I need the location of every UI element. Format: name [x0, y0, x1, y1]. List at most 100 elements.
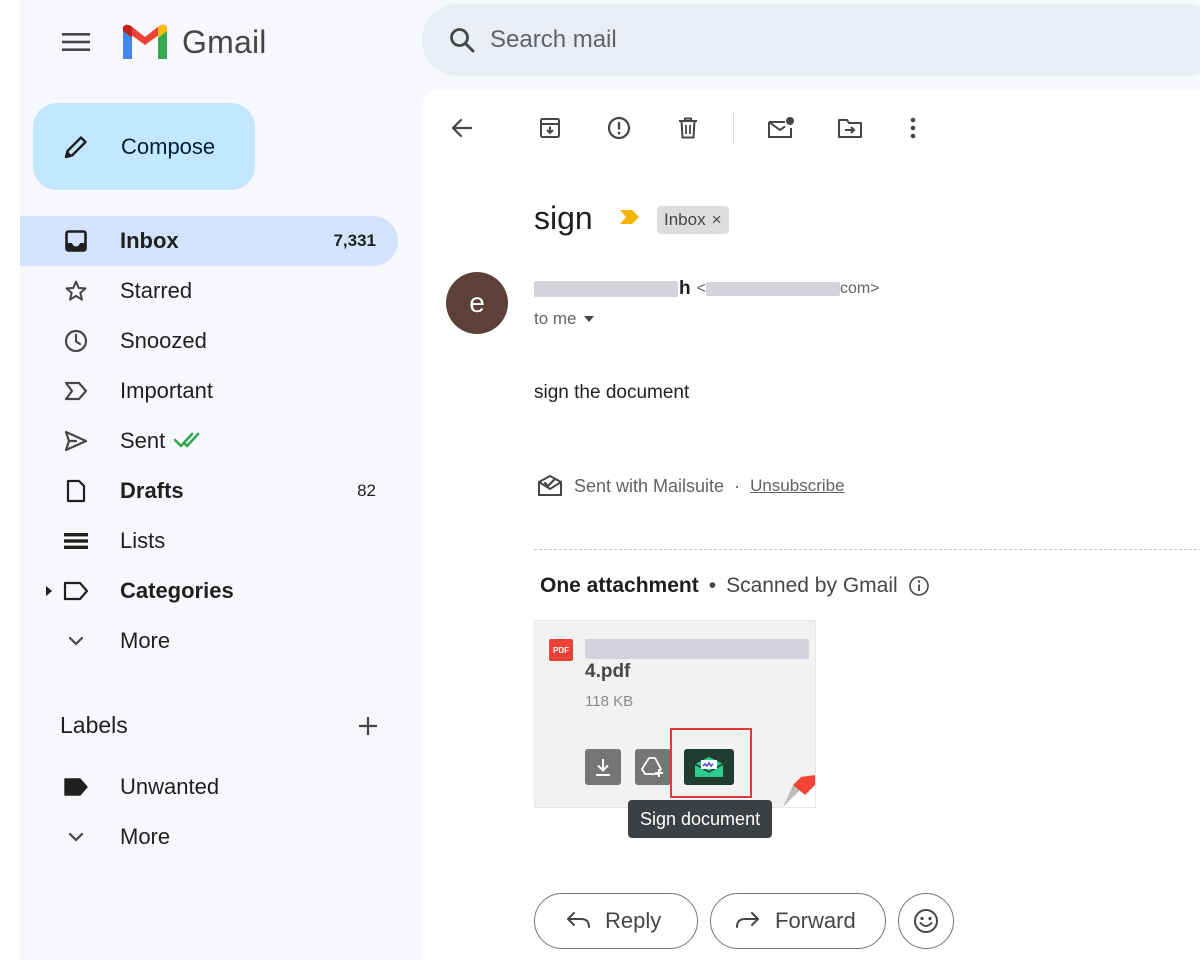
forward-button[interactable]: Forward [710, 893, 886, 949]
sidebar-item-sent[interactable]: Sent [20, 416, 398, 466]
sidebar-item-unwanted[interactable]: Unwanted [20, 762, 398, 812]
chevron-down-icon [62, 627, 90, 655]
archive-button[interactable] [530, 108, 570, 148]
trash-icon [679, 117, 697, 139]
reply-label: Reply [605, 908, 662, 933]
reply-button[interactable]: Reply [534, 893, 698, 949]
delete-button[interactable] [668, 108, 708, 148]
reply-icon [567, 912, 590, 928]
importance-marker-icon[interactable] [619, 209, 641, 225]
sidebar-item-label: Unwanted [120, 774, 220, 799]
mailsuite-text: Sent with Mailsuite [574, 475, 725, 496]
mark-unread-button[interactable] [761, 108, 801, 148]
sender-info: h < com> [534, 278, 880, 300]
search-input[interactable] [490, 26, 1090, 54]
main-menu-button[interactable] [56, 22, 96, 62]
avatar[interactable]: e [446, 272, 508, 334]
label-filled-icon [62, 773, 90, 801]
compose-button[interactable]: Compose [33, 103, 255, 190]
mailsuite-icon [538, 474, 562, 496]
drafts-count: 82 [357, 481, 376, 500]
pdf-file-icon: PDF [549, 639, 573, 661]
recipient-label: to me [534, 309, 577, 328]
sidebar-item-drafts[interactable]: Drafts 82 [20, 466, 398, 516]
attachment-card[interactable]: PDF 4.pdf 118 KB [534, 620, 816, 808]
draft-icon [62, 477, 90, 505]
sidebar-item-starred[interactable]: Starred [20, 266, 398, 316]
emoji-reaction-button[interactable] [898, 893, 954, 949]
search-bar[interactable] [422, 4, 1200, 76]
sender-email: < com> [697, 280, 880, 298]
sidebar-item-inbox[interactable]: Inbox 7,331 [20, 216, 398, 266]
chevron-down-icon [62, 823, 90, 851]
redacted-filename [585, 639, 809, 659]
double-check-icon [173, 432, 200, 448]
move-to-button[interactable] [830, 108, 870, 148]
sidebar-item-label: Lists [120, 528, 166, 553]
important-icon [62, 377, 90, 405]
save-to-drive-button[interactable] [635, 749, 671, 785]
email-domain-suffix: com> [839, 280, 880, 297]
sidebar-item-label: Sent [120, 428, 166, 453]
arrow-left-icon [451, 118, 473, 138]
add-label-button[interactable] [350, 708, 386, 744]
labels-list: Unwanted More [20, 762, 398, 862]
email-subject: sign [534, 200, 593, 236]
send-icon [62, 427, 90, 455]
footer-separator: · [734, 475, 741, 496]
sidebar-item-snoozed[interactable]: Snoozed [20, 316, 398, 366]
back-button[interactable] [442, 108, 482, 148]
drive-add-icon [641, 757, 663, 777]
inbox-icon [62, 227, 90, 255]
hamburger-icon [62, 33, 90, 51]
compose-label: Compose [121, 133, 216, 159]
attachment-count: One attachment [540, 574, 699, 597]
pdf-badge-label: PDF [553, 645, 569, 655]
spam-icon [607, 116, 631, 140]
attachment-divider [534, 549, 1200, 550]
report-spam-button[interactable] [599, 108, 639, 148]
avatar-letter: e [469, 287, 485, 318]
message-view: sign Inbox × e h < com> to me sign the d… [422, 90, 1200, 960]
sidebar-item-label: Drafts [120, 478, 184, 503]
labels-heading: Labels [60, 712, 128, 738]
smiley-icon [914, 909, 938, 933]
redacted-email [705, 282, 840, 296]
sidebar-item-important[interactable]: Important [20, 366, 398, 416]
sidebar-item-labels-more[interactable]: More [20, 812, 398, 862]
star-icon [62, 277, 90, 305]
info-icon[interactable] [908, 575, 930, 597]
sign-document-button[interactable] [684, 749, 734, 785]
download-button[interactable] [585, 749, 621, 785]
pencil-icon [61, 132, 91, 162]
expand-arrow-icon[interactable] [44, 584, 54, 598]
gmail-logo[interactable]: Gmail [120, 22, 267, 62]
attachment-header: One attachment • Scanned by Gmail [540, 574, 930, 598]
remove-label-button[interactable]: × [712, 210, 722, 230]
unsubscribe-link[interactable]: Unsubscribe [750, 476, 845, 496]
sidebar-item-more[interactable]: More [20, 616, 398, 666]
unread-count: 7,331 [333, 231, 376, 250]
gmail-m-icon [123, 24, 167, 59]
sidebar-item-lists[interactable]: Lists [20, 516, 398, 566]
plus-icon [359, 717, 377, 735]
toolbar-divider [733, 112, 734, 144]
recipient-details-toggle[interactable]: to me [534, 309, 595, 329]
sidebar-item-label: Inbox [120, 228, 179, 253]
mark-unread-icon [768, 117, 794, 138]
sign-document-tooltip: Sign document [628, 800, 773, 838]
scan-status: Scanned by Gmail [726, 574, 898, 597]
sidebar-item-categories[interactable]: Categories [20, 566, 398, 616]
sidebar-item-label: More [120, 628, 171, 653]
list-icon [62, 527, 90, 555]
mailsuite-sign-icon [694, 757, 724, 777]
search-icon[interactable] [442, 20, 482, 60]
download-icon [596, 759, 610, 776]
clock-icon [62, 327, 90, 355]
sidebar-item-label: Starred [120, 278, 193, 303]
more-options-button[interactable] [893, 108, 933, 148]
email-bracket: < [696, 280, 706, 297]
attachment-filename: 4.pdf [585, 661, 631, 682]
tooltip-text: Sign document [640, 808, 761, 829]
app-name: Gmail [182, 23, 267, 60]
